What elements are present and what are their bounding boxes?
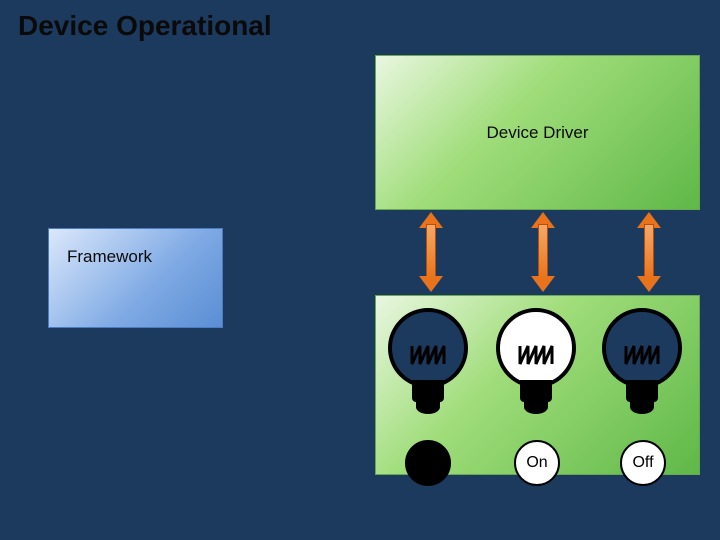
bidirectional-arrow-icon (422, 214, 440, 290)
framework-box: Framework (48, 228, 223, 328)
lightbulb-icon (388, 308, 468, 428)
slide-title: Device Operational (18, 10, 272, 42)
framework-label: Framework (67, 247, 152, 266)
status-indicator-on: On (514, 440, 560, 486)
status-indicator-off: Off (620, 440, 666, 486)
status-on-label: On (526, 454, 547, 472)
device-driver-box: Device Driver (375, 55, 700, 210)
lightbulb-icon (602, 308, 682, 428)
bidirectional-arrow-icon (534, 214, 552, 290)
device-driver-label: Device Driver (486, 123, 588, 143)
bidirectional-arrow-icon (640, 214, 658, 290)
status-off-label: Off (632, 454, 653, 472)
status-indicator (405, 440, 451, 486)
lightbulb-icon (496, 308, 576, 428)
